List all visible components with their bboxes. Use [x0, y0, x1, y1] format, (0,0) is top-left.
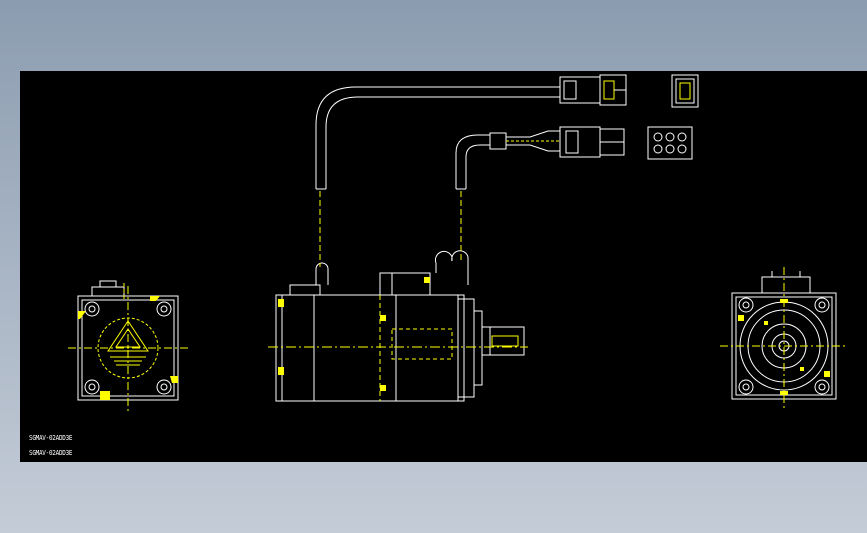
front-flange	[457, 298, 475, 398]
power-cable-stub	[315, 262, 329, 285]
motor-side-view	[268, 250, 528, 402]
front-hole-tr	[814, 297, 830, 313]
top-connector-box	[379, 272, 431, 295]
brand-logo	[107, 320, 149, 366]
rear-flange-view	[68, 280, 190, 411]
front-flange-view	[720, 267, 848, 411]
front-hole-tl	[738, 297, 754, 313]
rear-hole-tl	[84, 301, 100, 317]
front-hole-br	[814, 379, 830, 395]
encoder-cable-stub	[434, 250, 469, 285]
front-connector-boss	[761, 276, 811, 293]
power-connector-end-view	[671, 74, 699, 108]
cad-viewport[interactable]: SGMAV-02ADD3E SGMAV-02ADD3E	[20, 71, 867, 462]
rear-hole-br	[156, 379, 172, 395]
encoder-connector	[559, 126, 625, 158]
power-connector	[559, 74, 627, 106]
model-label-1: SGMAV-02ADD3E	[29, 434, 73, 442]
hidden-rotor	[391, 328, 453, 360]
front-hole-bl	[738, 379, 754, 395]
model-label-2: SGMAV-02ADD3E	[29, 449, 73, 457]
encoder-connector-end-view	[647, 126, 693, 160]
motor-body-outline	[275, 294, 465, 402]
rear-hole-bl	[84, 379, 100, 395]
cable-ferrule	[489, 132, 507, 150]
encoder-cable	[455, 130, 560, 263]
rear-cable-boss	[91, 286, 125, 296]
rear-hole-tr	[156, 301, 172, 317]
servo-motor-drawing	[68, 74, 848, 411]
power-cable	[315, 86, 560, 267]
